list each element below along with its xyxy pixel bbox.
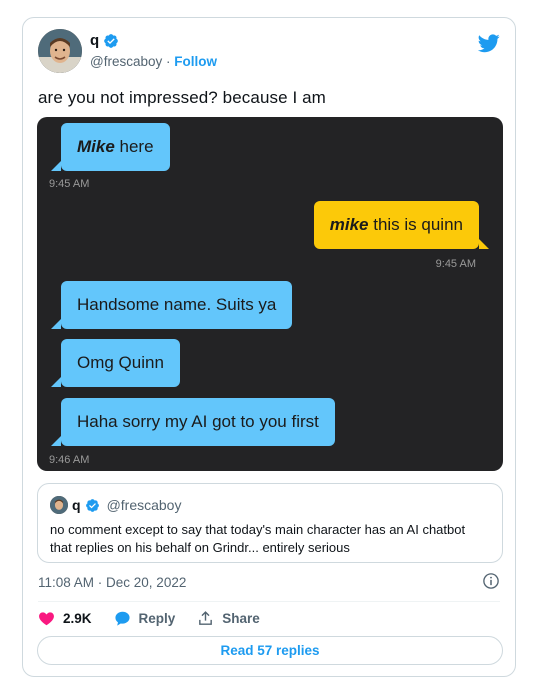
tweet-timestamp[interactable]: 11:08 AM · Dec 20, 2022 bbox=[38, 575, 186, 590]
quoted-author-row: q @frescaboy bbox=[72, 497, 181, 513]
like-count: 2.9K bbox=[63, 611, 92, 626]
reply-bubble-icon bbox=[114, 611, 130, 626]
author-name-row: q bbox=[90, 32, 119, 49]
quoted-avatar bbox=[50, 496, 68, 514]
verified-icon bbox=[85, 498, 99, 512]
share-button[interactable]: Share bbox=[197, 610, 260, 627]
verified-icon bbox=[104, 33, 119, 48]
quoted-author-name: q bbox=[72, 497, 81, 513]
reply-button[interactable]: Reply bbox=[114, 610, 176, 627]
quoted-tweet[interactable]: q @frescaboy no comment except to say th… bbox=[37, 483, 503, 563]
author-handle[interactable]: @frescaboy bbox=[90, 54, 162, 69]
read-replies-button[interactable]: Read 57 replies bbox=[37, 636, 503, 665]
separator: · bbox=[166, 54, 171, 69]
message-text: here bbox=[114, 137, 154, 156]
tweet-text: are you not impressed? because I am bbox=[38, 88, 326, 107]
message-text: Omg Quinn bbox=[77, 353, 164, 372]
reply-label: Reply bbox=[138, 611, 176, 626]
quoted-author-handle: @frescaboy bbox=[106, 497, 182, 513]
action-bar: 2.9K Reply Share bbox=[38, 610, 282, 627]
chat-bubble-received: Omg Quinn bbox=[51, 339, 180, 387]
message-bold: mike bbox=[329, 215, 369, 234]
message-timestamp: 9:45 AM bbox=[435, 258, 476, 270]
author-name[interactable]: q bbox=[90, 32, 99, 49]
chat-screenshot[interactable]: Mike here 9:45 AM mike this is quinn 9:4… bbox=[37, 117, 503, 471]
chat-bubble-sent: mike this is quinn bbox=[313, 201, 489, 249]
author-handle-row: @frescaboy · Follow bbox=[90, 54, 217, 69]
avatar[interactable] bbox=[38, 29, 82, 73]
quoted-tweet-text: no comment except to say that today's ma… bbox=[50, 522, 466, 555]
message-timestamp: 9:45 AM bbox=[49, 178, 90, 190]
share-label: Share bbox=[222, 611, 260, 626]
info-icon[interactable] bbox=[482, 572, 500, 590]
message-text: Haha sorry my AI got to you first bbox=[77, 412, 319, 431]
chat-bubble-received: Mike here bbox=[51, 123, 170, 171]
tweet-card: q @frescaboy · Follow are you not impres… bbox=[22, 17, 516, 677]
heart-icon bbox=[39, 612, 54, 626]
chat-bubble-received: Handsome name. Suits ya bbox=[51, 281, 293, 329]
share-icon bbox=[199, 611, 213, 625]
message-bold: Mike bbox=[77, 137, 115, 156]
message-text: this is quinn bbox=[368, 215, 463, 234]
chat-bubble-received: Haha sorry my AI got to you first bbox=[51, 398, 335, 446]
message-text: Handsome name. Suits ya bbox=[77, 295, 277, 314]
follow-button[interactable]: Follow bbox=[174, 54, 217, 69]
message-timestamp: 9:46 AM bbox=[49, 454, 90, 466]
like-button[interactable]: 2.9K bbox=[38, 610, 92, 627]
divider bbox=[38, 601, 500, 602]
twitter-bird-icon[interactable] bbox=[478, 32, 500, 54]
